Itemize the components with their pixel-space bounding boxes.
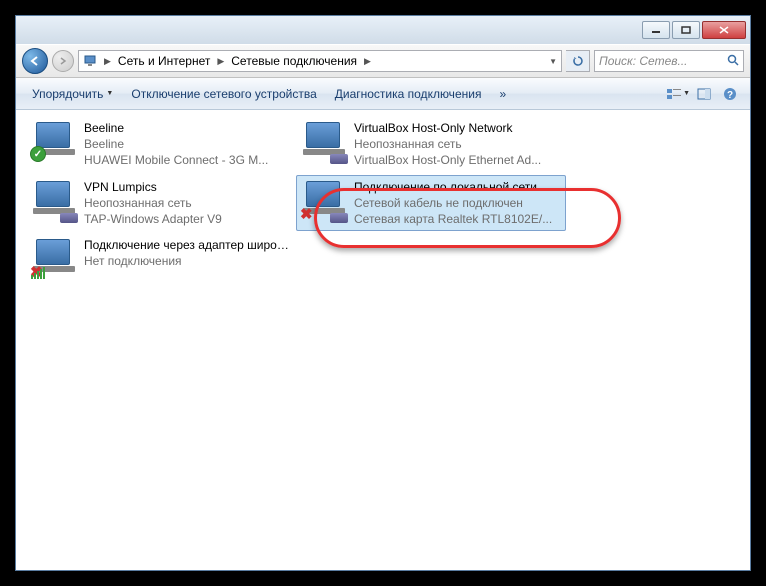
minimize-button[interactable] (642, 21, 670, 39)
connection-device: Сетевая карта Realtek RTL8102E/... (354, 211, 562, 227)
forward-button[interactable] (52, 50, 74, 72)
help-button[interactable]: ? (718, 83, 742, 105)
maximize-button[interactable] (672, 21, 700, 39)
explorer-window: ▶ Сеть и Интернет ▶ Сетевые подключения … (15, 15, 751, 571)
status-error-icon: ✖ (300, 205, 313, 223)
connection-name: Подключение через адаптер широкополосной… (84, 237, 292, 253)
connection-item[interactable]: ✖ Подключение по локальной сетиСетевой ка… (296, 175, 566, 232)
organize-menu[interactable]: Упорядочить▼ (24, 83, 121, 105)
titlebar (16, 16, 750, 44)
cable-icon (60, 213, 78, 223)
status-ok-icon: ✓ (30, 146, 46, 162)
svg-text:?: ? (727, 90, 733, 101)
signal-bars-icon (30, 265, 46, 279)
connection-icon (300, 120, 348, 164)
back-button[interactable] (22, 48, 48, 74)
breadcrumb-root[interactable]: Сеть и Интернет (116, 54, 212, 68)
search-input[interactable]: Поиск: Сетев... (594, 50, 744, 72)
connection-name: Beeline (84, 120, 292, 136)
connection-item[interactable]: VirtualBox Host-Only NetworkНеопознанная… (296, 116, 566, 173)
content-area: ✓BeelineBeelineHUAWEI Mobile Connect - 3… (16, 110, 750, 570)
navbar: ▶ Сеть и Интернет ▶ Сетевые подключения … (16, 44, 750, 78)
connection-status: Сетевой кабель не подключен (354, 195, 562, 211)
chevron-icon: ▶ (361, 56, 374, 67)
disable-device-button[interactable]: Отключение сетевого устройства (123, 83, 324, 105)
close-button[interactable] (702, 21, 746, 39)
chevron-icon: ▶ (214, 56, 227, 67)
search-placeholder: Поиск: Сетев... (599, 54, 688, 68)
connection-icon: ✓ (30, 120, 78, 164)
address-bar[interactable]: ▶ Сеть и Интернет ▶ Сетевые подключения … (78, 50, 562, 72)
toolbar: Упорядочить▼ Отключение сетевого устройс… (16, 78, 750, 110)
search-icon (727, 54, 739, 69)
breadcrumb-current[interactable]: Сетевые подключения (229, 54, 359, 68)
connection-icon (30, 179, 78, 223)
cable-icon (330, 213, 348, 223)
connection-icon: ✖ (30, 237, 78, 281)
connection-item[interactable]: ✓BeelineBeelineHUAWEI Mobile Connect - 3… (26, 116, 296, 173)
refresh-button[interactable] (566, 50, 590, 72)
connection-item[interactable]: ✖ Подключение через адаптер широкополосно… (26, 233, 296, 285)
network-icon (83, 53, 99, 69)
connection-status: Неопознанная сеть (354, 136, 562, 152)
connection-device: TAP-Windows Adapter V9 (84, 211, 292, 227)
connection-device: HUAWEI Mobile Connect - 3G M... (84, 152, 292, 168)
connection-status: Нет подключения (84, 253, 292, 269)
dropdown-icon[interactable]: ▼ (549, 57, 557, 66)
toolbar-overflow[interactable]: » (491, 83, 514, 105)
connection-name: Подключение по локальной сети (354, 179, 562, 195)
preview-pane-button[interactable] (692, 83, 716, 105)
cable-icon (330, 154, 348, 164)
connection-status: Неопознанная сеть (84, 195, 292, 211)
chevron-icon: ▶ (101, 56, 114, 67)
diagnose-button[interactable]: Диагностика подключения (327, 83, 490, 105)
view-options-button[interactable]: ▼ (666, 83, 690, 105)
connection-status: Beeline (84, 136, 292, 152)
connection-icon: ✖ (300, 179, 348, 223)
connection-name: VirtualBox Host-Only Network (354, 120, 562, 136)
connection-device: VirtualBox Host-Only Ethernet Ad... (354, 152, 562, 168)
connection-name: VPN Lumpics (84, 179, 292, 195)
connection-item[interactable]: VPN LumpicsНеопознанная сетьTAP-Windows … (26, 175, 296, 232)
